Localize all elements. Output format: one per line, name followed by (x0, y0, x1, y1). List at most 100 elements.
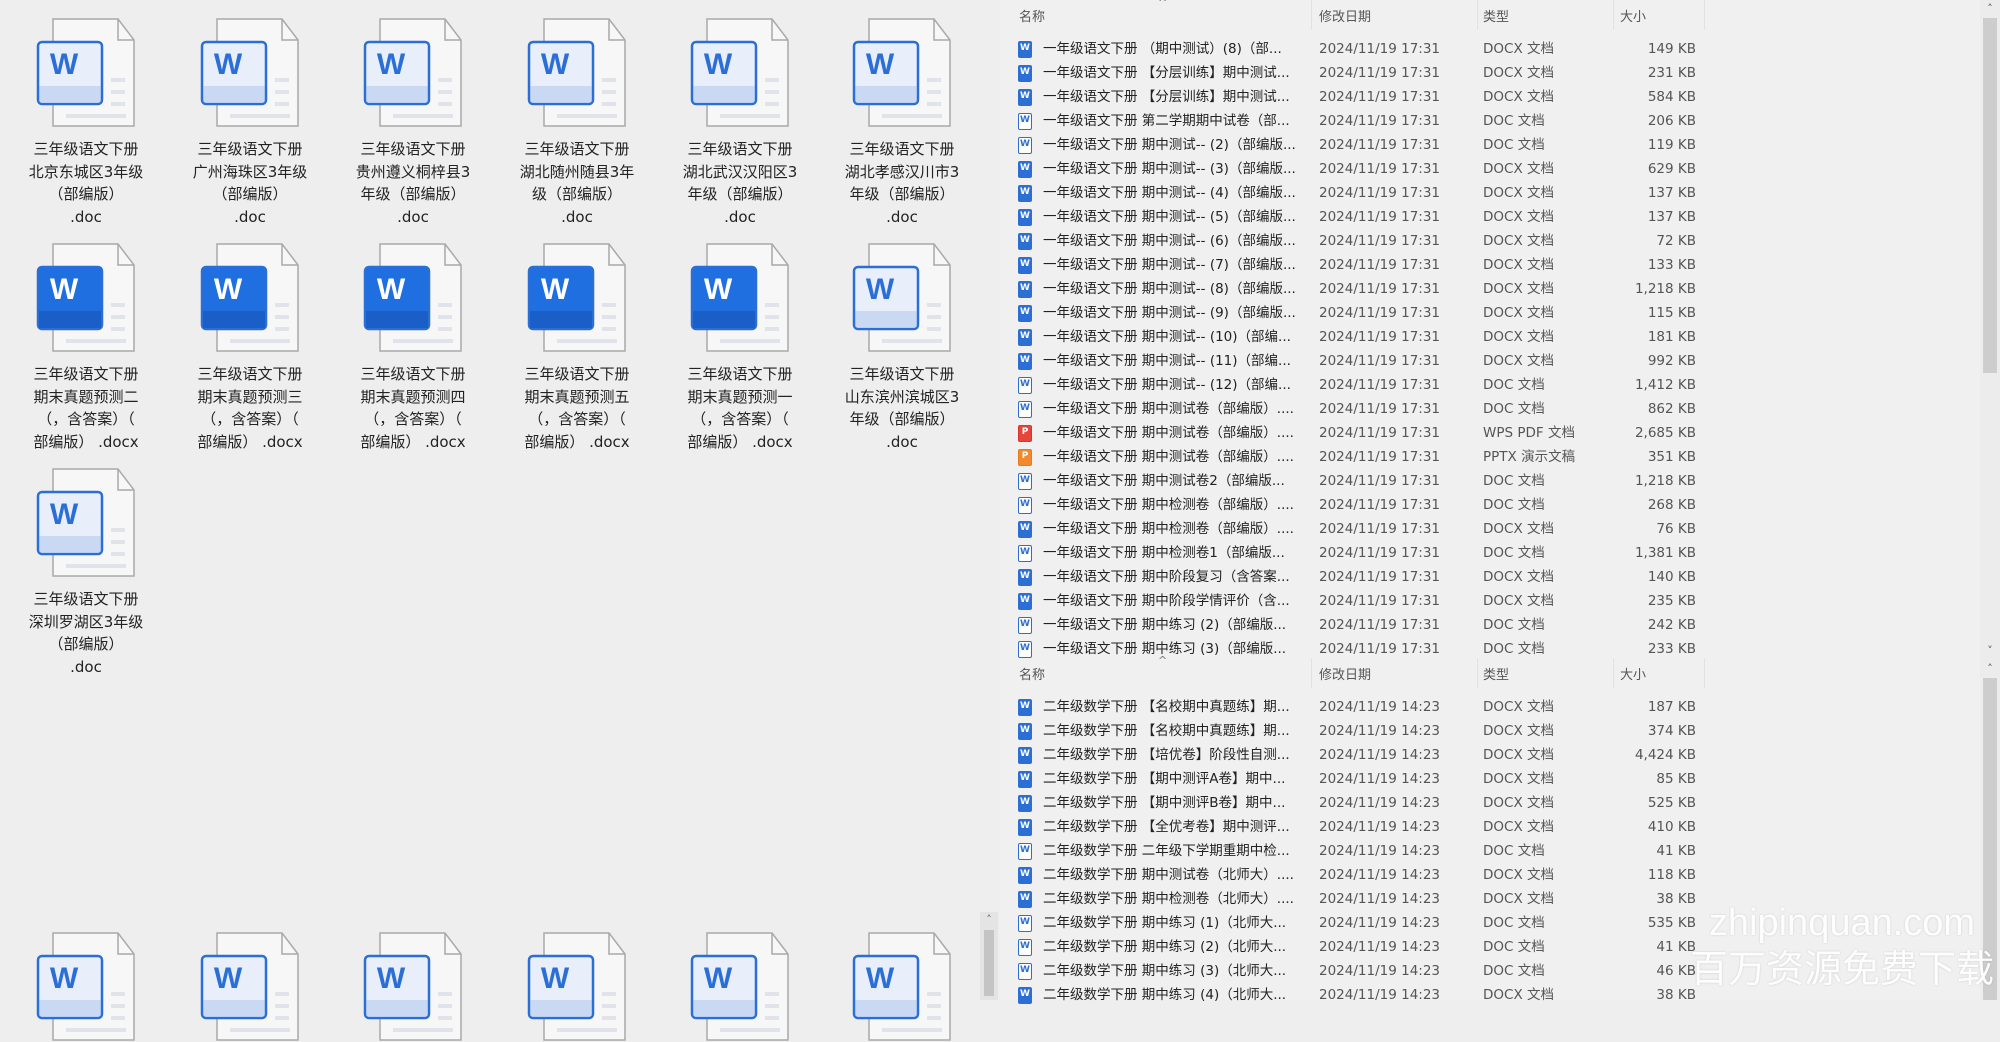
file-row[interactable]: W 二年级数学下册 【名校期中真题练】期... 2024/11/19 14:23… (1000, 719, 1980, 743)
file-row[interactable]: W 二年级数学下册 【期中测评B卷】期中... 2024/11/19 14:23… (1000, 791, 1980, 815)
file-tile[interactable]: W (338, 932, 488, 1042)
file-date: 2024/11/19 14:23 (1319, 771, 1441, 787)
column-name[interactable]: 名称 (1019, 664, 1045, 683)
scroll-thumb[interactable] (1983, 18, 1997, 373)
file-tile[interactable]: W 三年级语文下册 广州海珠区3年级 （部编版） .doc (175, 18, 325, 228)
file-name: 二年级数学下册 期中检测卷（北师大）.... (1043, 891, 1294, 907)
file-date: 2024/11/19 14:23 (1319, 891, 1441, 907)
column-type[interactable]: 类型 (1483, 664, 1509, 683)
file-tile[interactable]: W 三年级语文下册 期末真题预测三 （，含答案）（ 部编版） .docx (175, 243, 325, 453)
file-type: WPS PDF 文档 (1483, 425, 1575, 441)
file-tile[interactable]: W 三年级语文下册 湖北武汉汉阳区3 年级（部编版） .doc (665, 18, 815, 228)
file-row[interactable]: W 一年级语文下册 期中阶段复习（含答案... 2024/11/19 17:31… (1000, 565, 1980, 589)
file-row[interactable]: W 一年级语文下册 期中测试-- (8)（部编版... 2024/11/19 1… (1000, 277, 1980, 301)
docx-file-icon: W (1018, 305, 1032, 322)
file-row[interactable]: W 一年级语文下册 期中测试-- (5)（部编版... 2024/11/19 1… (1000, 205, 1980, 229)
pptx-file-icon: P (1018, 449, 1032, 466)
file-tile[interactable]: W 三年级语文下册 北京东城区3年级 （部编版） .doc (11, 18, 161, 228)
docx-file-icon: W (1018, 723, 1032, 740)
file-row[interactable]: W 二年级数学下册 【名校期中真题练】期... 2024/11/19 14:23… (1000, 695, 1980, 719)
file-size: 268 KB (1647, 497, 1696, 513)
docx-file-icon: W (1018, 699, 1032, 716)
file-row[interactable]: P 一年级语文下册 期中测试卷（部编版）.... 2024/11/19 17:3… (1000, 421, 1980, 445)
left-scrollbar[interactable]: ˄ (980, 912, 998, 1000)
file-row[interactable]: W 一年级语文下册 期中测试卷（部编版）.... 2024/11/19 17:3… (1000, 397, 1980, 421)
file-tile[interactable]: W (827, 932, 977, 1042)
file-name: 三年级语文下册 期末真题预测二 （，含答案）（ 部编版） .docx (33, 365, 139, 451)
file-tile[interactable]: W 三年级语文下册 期末真题预测二 （，含答案）（ 部编版） .docx (11, 243, 161, 453)
file-row[interactable]: W 一年级语文下册 期中测试卷2（部编版... 2024/11/19 17:31… (1000, 469, 1980, 493)
svg-text:W: W (50, 498, 79, 531)
file-date: 2024/11/19 17:31 (1319, 41, 1441, 57)
file-tile[interactable]: W 三年级语文下册 期末真题预测四 （，含答案）（ 部编版） .docx (338, 243, 488, 453)
file-date: 2024/11/19 17:31 (1319, 449, 1441, 465)
file-date: 2024/11/19 14:23 (1319, 987, 1441, 1003)
file-row[interactable]: W 一年级语文下册 第二学期期中试卷（部... 2024/11/19 17:31… (1000, 109, 1980, 133)
file-date: 2024/11/19 17:31 (1319, 161, 1441, 177)
scroll-thumb[interactable] (984, 930, 994, 996)
scroll-up-arrow[interactable]: ˄ (1980, 660, 2000, 678)
file-tile[interactable]: W 三年级语文下册 山东滨州滨城区3 年级（部编版） .doc (827, 243, 977, 453)
svg-text:W: W (50, 273, 79, 306)
column-date[interactable]: 修改日期 (1319, 664, 1371, 683)
file-name: 一年级语文下册 期中测试-- (7)（部编版... (1043, 257, 1296, 273)
file-tile[interactable]: W (665, 932, 815, 1042)
file-row[interactable]: W 二年级数学下册 二年级下学期重期中检... 2024/11/19 14:23… (1000, 839, 1980, 863)
file-row[interactable]: W 一年级语文下册 期中检测卷1（部编版... 2024/11/19 17:31… (1000, 541, 1980, 565)
file-row[interactable]: W 一年级语文下册 （期中测试）(8)（部... 2024/11/19 17:3… (1000, 37, 1980, 61)
file-row[interactable]: W 二年级数学下册 期中测试卷（北师大）.... 2024/11/19 14:2… (1000, 863, 1980, 887)
file-tile[interactable]: W 三年级语文下册 深圳罗湖区3年级 （部编版） .doc (11, 468, 161, 678)
doc-file-icon: W (1018, 939, 1032, 956)
file-size: 206 KB (1647, 113, 1696, 129)
file-row[interactable]: W 一年级语文下册 期中测试-- (10)（部编... 2024/11/19 1… (1000, 325, 1980, 349)
file-size: 85 KB (1656, 771, 1696, 787)
file-row[interactable]: W 一年级语文下册 期中检测卷（部编版）.... 2024/11/19 17:3… (1000, 517, 1980, 541)
column-type[interactable]: 类型 (1483, 6, 1509, 25)
file-row[interactable]: W 一年级语文下册 【分层训练】期中测试... 2024/11/19 17:31… (1000, 85, 1980, 109)
column-size[interactable]: 大小 (1620, 664, 1646, 683)
file-row[interactable]: W 一年级语文下册 期中测试-- (9)（部编版... 2024/11/19 1… (1000, 301, 1980, 325)
file-row[interactable]: W 一年级语文下册 期中测试-- (3)（部编版... 2024/11/19 1… (1000, 157, 1980, 181)
file-type: DOCX 文档 (1483, 305, 1554, 321)
file-row[interactable]: W 一年级语文下册 期中阶段学情评价（含... 2024/11/19 17:31… (1000, 589, 1980, 613)
file-row[interactable]: W 二年级数学下册 【全优考卷】期中测评... 2024/11/19 14:23… (1000, 815, 1980, 839)
file-name: 一年级语文下册 期中测试卷（部编版）.... (1043, 425, 1294, 441)
doc-file-icon: W (1018, 617, 1032, 634)
file-size: 525 KB (1647, 795, 1696, 811)
scroll-down-arrow[interactable]: ˅ (1980, 642, 2000, 660)
file-row[interactable]: W 二年级数学下册 【培优卷】阶段性自测... 2024/11/19 14:23… (1000, 743, 1980, 767)
file-row[interactable]: W 一年级语文下册 期中测试-- (2)（部编版... 2024/11/19 1… (1000, 133, 1980, 157)
file-tile[interactable]: W (502, 932, 652, 1042)
file-row[interactable]: W 一年级语文下册 期中练习 (2)（部编版... 2024/11/19 17:… (1000, 613, 1980, 637)
list-1-scrollbar[interactable]: ˄ ˅ (1980, 0, 2000, 660)
file-type: DOCX 文档 (1483, 819, 1554, 835)
file-name: 一年级语文下册 期中测试-- (4)（部编版... (1043, 185, 1296, 201)
file-tile[interactable]: W 三年级语文下册 湖北随州随县3年 级（部编版） .doc (502, 18, 652, 228)
file-row[interactable]: W 一年级语文下册 期中测试-- (4)（部编版... 2024/11/19 1… (1000, 181, 1980, 205)
file-name: 二年级数学下册 【全优考卷】期中测评... (1043, 819, 1290, 835)
scroll-up-arrow[interactable]: ˄ (1980, 0, 2000, 18)
file-size: 119 KB (1647, 137, 1696, 153)
scroll-up-arrow[interactable]: ˄ (980, 912, 998, 928)
file-tile[interactable]: W (175, 932, 325, 1042)
column-date[interactable]: 修改日期 (1319, 6, 1371, 25)
word-document-icon: W (827, 243, 977, 353)
file-row[interactable]: W 一年级语文下册 期中测试-- (11)（部编... 2024/11/19 1… (1000, 349, 1980, 373)
file-row[interactable]: P 一年级语文下册 期中测试卷（部编版）.... 2024/11/19 17:3… (1000, 445, 1980, 469)
file-row[interactable]: W 一年级语文下册 期中测试-- (12)（部编... 2024/11/19 1… (1000, 373, 1980, 397)
column-size[interactable]: 大小 (1620, 6, 1646, 25)
docx-file-icon: W (1018, 891, 1032, 908)
file-tile[interactable]: W (11, 932, 161, 1042)
file-tile[interactable]: W 三年级语文下册 期末真题预测五 （，含答案）（ 部编版） .docx (502, 243, 652, 453)
file-type: DOCX 文档 (1483, 521, 1554, 537)
file-row[interactable]: W 一年级语文下册 期中测试-- (6)（部编版... 2024/11/19 1… (1000, 229, 1980, 253)
file-row[interactable]: W 一年级语文下册 期中检测卷（部编版）.... 2024/11/19 17:3… (1000, 493, 1980, 517)
file-tile[interactable]: W 三年级语文下册 贵州遵义桐梓县3 年级（部编版） .doc (338, 18, 488, 228)
file-row[interactable]: W 一年级语文下册 期中测试-- (7)（部编版... 2024/11/19 1… (1000, 253, 1980, 277)
file-row[interactable]: W 二年级数学下册 【期中测评A卷】期中... 2024/11/19 14:23… (1000, 767, 1980, 791)
file-row[interactable]: W 一年级语文下册 【分层训练】期中测试... 2024/11/19 17:31… (1000, 61, 1980, 85)
column-name[interactable]: 名称 (1019, 6, 1045, 25)
file-name: 二年级数学下册 【名校期中真题练】期... (1043, 723, 1290, 739)
file-tile[interactable]: W 三年级语文下册 期末真题预测一 （，含答案）（ 部编版） .docx (665, 243, 815, 453)
file-tile[interactable]: W 三年级语文下册 湖北孝感汉川市3 年级（部编版） .doc (827, 18, 977, 228)
